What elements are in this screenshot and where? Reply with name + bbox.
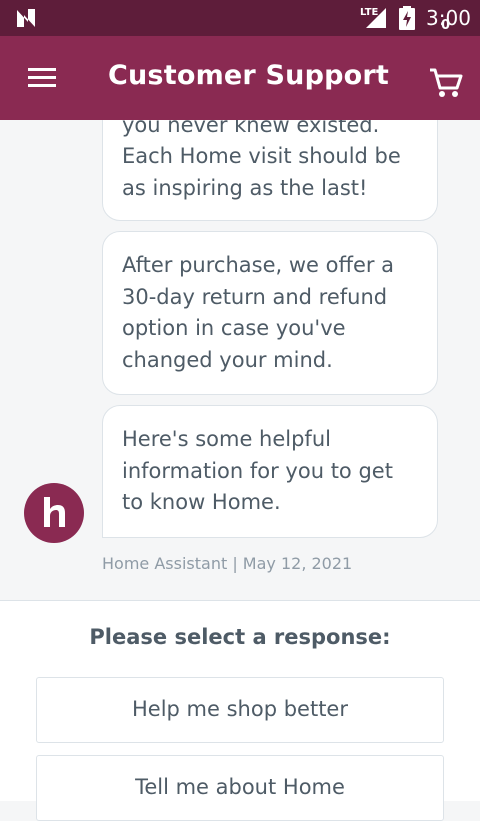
chat-thread[interactable]: you never knew existed. Each Home visit … [0,120,480,600]
battery-charging-icon [399,6,415,30]
message-bubble: Here's some helpful information for you … [102,405,438,538]
message-bubble: After purchase, we offer a 30-day return… [102,231,438,395]
message-text: Here's some helpful information for you … [122,427,393,514]
message-meta: Home Assistant | May 12, 2021 [102,554,353,573]
signal-icon [366,8,386,28]
cart-count-badge: 0 [441,18,451,33]
message-text: you never knew existed. Each Home visit … [122,120,401,200]
response-prompt: Please select a response: [89,625,391,649]
response-panel: Please select a response: Help me shop b… [0,600,480,821]
page-title: Customer Support [108,60,390,91]
message-bubble: you never knew existed. Each Home visit … [102,120,438,221]
menu-icon[interactable] [22,64,62,92]
response-option-button[interactable]: Help me shop better [36,677,444,743]
response-option-button[interactable]: Tell me about Home [36,755,444,821]
assistant-avatar [24,483,84,543]
home-logo-icon [44,497,65,527]
message-text: After purchase, we offer a 30-day return… [122,253,395,372]
app-bar: Customer Support [0,36,480,120]
status-bar: LTE 3:00 [0,0,480,36]
n-logo-icon [17,9,35,27]
cart-icon[interactable] [424,56,464,100]
